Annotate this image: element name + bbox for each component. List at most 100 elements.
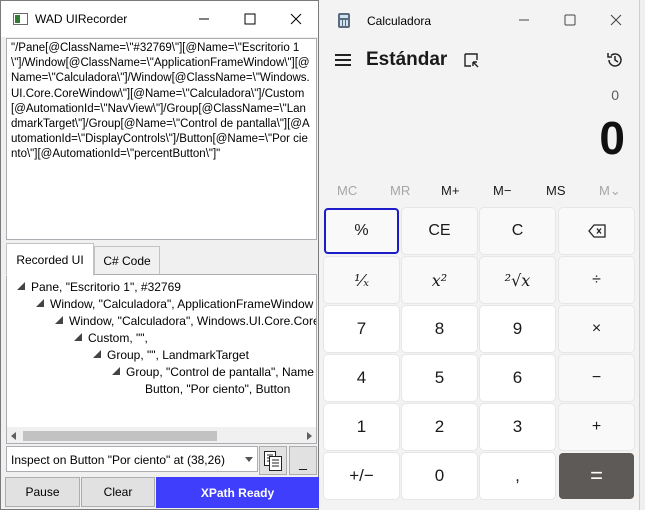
- digit-2-button[interactable]: 2: [402, 404, 477, 450]
- tree-node[interactable]: Group, "Control de pantalla", Name: [112, 364, 314, 380]
- minimize-icon: [199, 18, 209, 20]
- digit-7-button[interactable]: 7: [324, 306, 399, 352]
- xpath-textbox[interactable]: "/Pane[@ClassName=\"#32769\"][@Name=\"Es…: [6, 38, 317, 240]
- history-button[interactable]: [605, 50, 625, 70]
- tree-node-label: Window, "Calculadora", ApplicationFrameW…: [50, 297, 314, 311]
- tree-node-label: Window, "Calculadora", Windows.UI.Core.C…: [69, 314, 316, 328]
- clear-button[interactable]: Clear: [81, 477, 155, 507]
- percent-button[interactable]: %: [324, 208, 399, 254]
- recorder-title: WAD UIRecorder: [35, 12, 128, 26]
- digit-5-button[interactable]: 5: [402, 355, 477, 401]
- tree-horizontal-scrollbar[interactable]: [7, 427, 316, 443]
- tree-node[interactable]: Window, "Calculadora", ApplicationFrameW…: [36, 296, 313, 312]
- tab-recorded-ui[interactable]: Recorded UI: [6, 243, 94, 276]
- negate-button[interactable]: +/−: [324, 453, 399, 499]
- clear-entry-button[interactable]: CE: [402, 208, 477, 254]
- recorded-ui-tree[interactable]: Pane, "Escritorio 1", #32769 Window, "Ca…: [6, 274, 317, 444]
- clear-button[interactable]: C: [480, 208, 555, 254]
- close-icon: [290, 13, 302, 25]
- inspect-dropdown[interactable]: Inspect on Button "Por ciento" at (38,26…: [6, 446, 258, 472]
- calculator-title: Calculadora: [367, 14, 432, 28]
- digit-9-button[interactable]: 9: [480, 306, 555, 352]
- expression-display: 0: [611, 87, 619, 103]
- tree-node-label: Pane, "Escritorio 1", #32769: [31, 280, 181, 294]
- close-icon: [610, 14, 622, 26]
- status-bar: XPath Ready: [156, 477, 319, 508]
- memory-clear-button[interactable]: MC: [337, 183, 357, 198]
- navigation-menu-button[interactable]: [333, 51, 353, 69]
- tree-node-selected[interactable]: Button, "Por ciento", Button: [145, 381, 290, 397]
- minimize-window-button[interactable]: [181, 1, 227, 37]
- expanded-triangle-icon: [112, 367, 120, 375]
- maximize-icon: [244, 13, 256, 25]
- minimize-icon: [519, 19, 529, 21]
- chevron-down-icon: [245, 457, 253, 462]
- tree-node-label: Button, "Por ciento", Button: [145, 382, 291, 396]
- tree-node[interactable]: Window, "Calculadora", Windows.UI.Core.C…: [55, 313, 316, 329]
- equals-button[interactable]: =: [559, 453, 634, 499]
- plus-button[interactable]: +: [559, 404, 634, 450]
- hamburger-icon: [335, 54, 351, 56]
- expanded-triangle-icon: [17, 282, 25, 290]
- tab-csharp-code[interactable]: C# Code: [94, 246, 160, 275]
- result-display: 0: [599, 112, 625, 164]
- digit-4-button[interactable]: 4: [324, 355, 399, 401]
- calc-minimize-button[interactable]: [501, 2, 547, 38]
- memory-add-button[interactable]: M+: [441, 183, 459, 198]
- square-label: x²: [431, 270, 448, 290]
- digit-8-button[interactable]: 8: [402, 306, 477, 352]
- memory-list-button[interactable]: M⌄: [599, 183, 621, 199]
- maximize-icon: [564, 14, 576, 26]
- digit-1-button[interactable]: 1: [324, 404, 399, 450]
- scroll-right-icon[interactable]: [307, 432, 312, 440]
- expanded-triangle-icon: [74, 333, 82, 341]
- multiply-button[interactable]: ×: [559, 306, 634, 352]
- hamburger-icon: [335, 64, 351, 66]
- memory-store-button[interactable]: MS: [546, 183, 566, 198]
- keep-on-top-button[interactable]: [462, 51, 480, 69]
- digit-3-button[interactable]: 3: [480, 404, 555, 450]
- memory-subtract-button[interactable]: M−: [493, 183, 511, 198]
- expanded-triangle-icon: [55, 316, 63, 324]
- square-button[interactable]: x²: [402, 257, 477, 303]
- minus-button[interactable]: −: [559, 355, 634, 401]
- tree-node-label: Group, "", LandmarkTarget: [107, 348, 249, 362]
- keep-on-top-icon: [464, 53, 479, 68]
- reciprocal-label: ¹⁄ₓ: [354, 270, 369, 290]
- tree-node-label: Group, "Control de pantalla", Name: [126, 365, 314, 379]
- recorder-title-bar: WAD UIRecorder: [1, 1, 318, 37]
- expanded-triangle-icon: [36, 299, 44, 307]
- calculator-app-icon: [338, 13, 350, 28]
- close-window-button[interactable]: [273, 1, 319, 37]
- clipboard-copy-icon: [264, 450, 282, 471]
- decimal-separator-button[interactable]: ,: [480, 453, 555, 499]
- pause-button[interactable]: Pause: [5, 477, 80, 507]
- digit-0-button[interactable]: 0: [402, 453, 477, 499]
- calc-maximize-button[interactable]: [547, 2, 593, 38]
- expanded-triangle-icon: [93, 350, 101, 358]
- uirecorder-window: WAD UIRecorder "/Pane[@ClassName=\"#3276…: [0, 0, 319, 510]
- square-root-button[interactable]: ²√x: [480, 257, 555, 303]
- calculator-window: Calculadora Estándar 0 0 MC MR M+ M− MS: [319, 0, 640, 510]
- maximize-window-button[interactable]: [227, 1, 273, 37]
- reciprocal-button[interactable]: ¹⁄ₓ: [324, 257, 399, 303]
- scroll-left-icon[interactable]: [11, 432, 16, 440]
- calculator-title-bar: Calculadora: [319, 0, 639, 40]
- tree-node[interactable]: Pane, "Escritorio 1", #32769: [17, 279, 181, 295]
- scrollbar-thumb[interactable]: [23, 431, 217, 441]
- recorder-app-icon: [13, 13, 28, 25]
- calculator-mode-title: Estándar: [366, 49, 448, 70]
- collapse-button[interactable]: _: [289, 446, 317, 475]
- copy-button[interactable]: [259, 446, 287, 475]
- inspect-dropdown-value: Inspect on Button "Por ciento" at (38,26…: [11, 453, 225, 467]
- calc-close-button[interactable]: [593, 2, 639, 38]
- divide-button[interactable]: ÷: [559, 257, 634, 303]
- backspace-button[interactable]: [559, 208, 634, 254]
- history-icon: [607, 53, 622, 67]
- digit-6-button[interactable]: 6: [480, 355, 555, 401]
- hamburger-icon: [335, 59, 351, 61]
- tree-node[interactable]: Group, "", LandmarkTarget: [93, 347, 249, 363]
- memory-recall-button[interactable]: MR: [390, 183, 410, 198]
- tree-node[interactable]: Custom, "",: [74, 330, 148, 346]
- tree-node-label: Custom, "",: [88, 331, 148, 345]
